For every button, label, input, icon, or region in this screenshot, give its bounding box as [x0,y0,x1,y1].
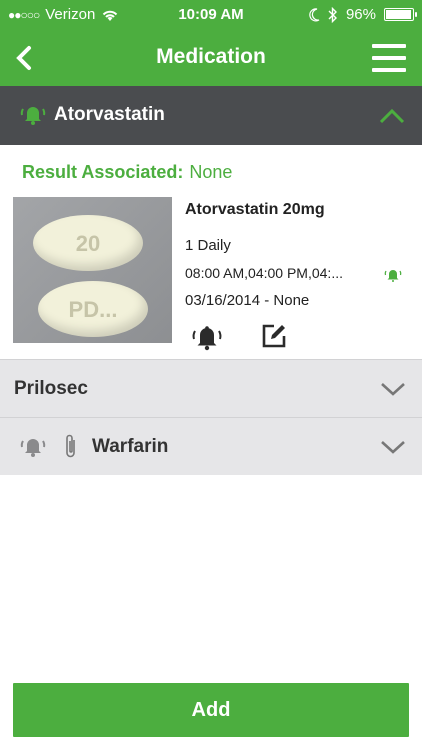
nav-bar: Medication [0,30,422,86]
alarm-button[interactable] [190,323,224,351]
medication-dose: Atorvastatin 20mg [185,201,325,218]
pill-bottom: PD... [38,281,148,337]
alarm-bell-icon [20,439,46,457]
status-bar: ●●○○○ Verizon 10:09 AM 96% [0,0,422,30]
menu-bar [372,68,406,72]
pill-imprint-top: 20 [75,231,101,256]
bluetooth-icon [328,6,337,23]
result-associated: Result Associated: None [22,162,232,183]
alarm-bell-icon [384,270,402,282]
medication-name: Atorvastatin [54,104,165,125]
medication-times: 08:00 AM,04:00 PM,04:... [185,265,343,281]
chevron-up-icon[interactable] [378,106,406,126]
moon-icon [309,7,320,21]
hamburger-menu-icon[interactable] [372,44,406,72]
battery-icon [384,8,417,21]
medication-row-warfarin[interactable]: Warfarin [0,417,422,475]
medication-row-prilosec[interactable]: Prilosec [0,359,422,417]
status-right: 96% [308,6,417,23]
pill-imprint-bottom: PD... [68,297,118,322]
battery-percent: 96% [345,6,376,23]
chevron-down-icon[interactable] [380,438,406,456]
app-header: ●●○○○ Verizon 10:09 AM 96% Medication [0,0,422,86]
paperclip-icon [66,434,75,458]
add-button[interactable]: Add [13,683,409,737]
chevron-down-icon[interactable] [380,380,406,398]
menu-bar [372,56,406,60]
menu-bar [372,44,406,48]
medication-name: Prilosec [14,378,88,399]
result-value: None [189,162,233,182]
medication-frequency: 1 Daily [185,237,231,254]
medication-section-expanded[interactable]: Atorvastatin [0,86,422,145]
edit-button[interactable] [260,322,288,350]
pill-photo: 20 PD... [13,197,172,343]
result-label: Result Associated: [22,162,184,182]
battery-fill [386,10,411,19]
alarm-bell-icon [20,107,46,125]
page-title: Medication [156,45,266,68]
pill-top: 20 [33,215,143,271]
medication-name: Warfarin [92,436,169,457]
medication-date-range: 03/16/2014 - None [185,292,310,309]
